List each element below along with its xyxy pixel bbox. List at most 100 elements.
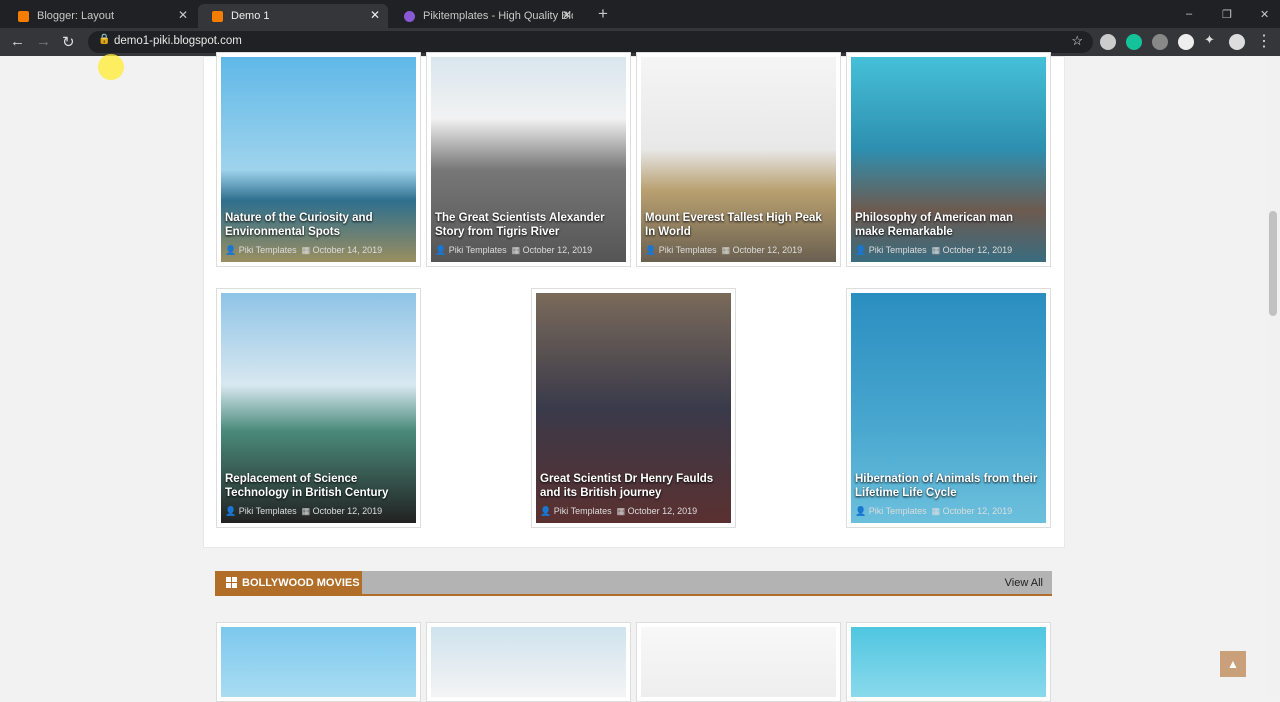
tab-blogger-layout[interactable]: Blogger: Layout ✕ [4,4,196,28]
post-author[interactable]: Piki Templates [449,245,507,255]
post-date: October 14, 2019 [312,245,383,255]
post-date: October 12, 2019 [942,506,1013,516]
user-icon: 👤 [540,506,552,516]
user-icon: 👤 [855,245,867,255]
scrollbar[interactable] [1266,56,1280,696]
tab-demo-1[interactable]: Demo 1 ✕ [198,4,388,28]
post-author[interactable]: Piki Templates [239,245,297,255]
view-all-link[interactable]: View All [1005,577,1043,589]
extensions-puzzle-icon[interactable]: ✦ [1204,32,1220,48]
post-meta: 👤 Piki Templates ▦ October 12, 2019 [225,506,412,517]
post-card[interactable]: Mount Everest Tallest High Peak In World… [636,52,841,267]
scrollbar-thumb[interactable] [1269,211,1277,316]
post-author[interactable]: Piki Templates [239,506,297,516]
pikitemplates-icon [404,10,415,22]
minimize-button[interactable]: – [1172,2,1192,26]
user-icon: 👤 [645,245,657,255]
close-icon[interactable]: ✕ [370,8,380,22]
url-input[interactable]: 🔒 demo1-piki.blogspot.com ☆ [88,31,1093,53]
post-image[interactable]: Hibernation of Animals from their Lifeti… [851,293,1046,523]
post-author[interactable]: Piki Templates [659,245,717,255]
post-title[interactable]: Replacement of Science Technology in Bri… [225,473,412,500]
post-card[interactable] [846,622,1051,702]
post-caption: Replacement of Science Technology in Bri… [225,473,412,517]
post-date: October 12, 2019 [732,245,803,255]
section-header-bollywood: BOLLYWOOD MOVIES View All [215,571,1052,596]
post-caption: Philosophy of American man make Remarkab… [855,212,1042,256]
post-date: October 12, 2019 [522,245,593,255]
calendar-icon: ▦ [931,506,941,516]
post-card[interactable]: The Great Scientists Alexander Story fro… [426,52,631,267]
post-meta: 👤 Piki Templates ▦ October 14, 2019 [225,245,412,256]
post-card[interactable]: Hibernation of Animals from their Lifeti… [846,288,1051,528]
user-icon: 👤 [225,506,237,516]
post-title[interactable]: Philosophy of American man make Remarkab… [855,212,1042,239]
forward-icon[interactable]: → [36,33,51,50]
post-card[interactable]: Nature of the Curiosity and Environmenta… [216,52,421,267]
extension-icon[interactable] [1100,34,1116,50]
post-title[interactable]: Hibernation of Animals from their Lifeti… [855,473,1042,500]
post-title[interactable]: Mount Everest Tallest High Peak In World [645,212,832,239]
post-date: October 12, 2019 [942,245,1013,255]
post-image[interactable] [851,627,1046,697]
tab-pikitemplates[interactable]: Pikitemplates - High Quality Blog ✕ [390,4,580,28]
calendar-icon: ▦ [616,506,626,516]
post-title[interactable]: The Great Scientists Alexander Story fro… [435,212,622,239]
post-card[interactable] [216,622,421,702]
post-card[interactable]: Replacement of Science Technology in Bri… [216,288,421,528]
post-caption: Nature of the Curiosity and Environmenta… [225,212,412,256]
blogger-icon [212,10,223,22]
new-tab-button[interactable]: + [584,2,608,26]
post-image[interactable]: Philosophy of American man make Remarkab… [851,57,1046,262]
user-icon: 👤 [435,245,447,255]
post-image[interactable] [641,627,836,697]
blogger-icon [18,10,29,22]
grid-icon [226,577,237,588]
post-title[interactable]: Great Scientist Dr Henry Faulds and its … [540,473,727,500]
post-image[interactable]: Mount Everest Tallest High Peak In World… [641,57,836,262]
post-author[interactable]: Piki Templates [554,506,612,516]
post-image[interactable] [431,627,626,697]
post-image[interactable]: Nature of the Curiosity and Environmenta… [221,57,416,262]
post-author[interactable]: Piki Templates [869,506,927,516]
window-close-button[interactable]: ✕ [1246,2,1269,26]
back-to-top-button[interactable]: ▲ [1220,651,1246,677]
calendar-icon: ▦ [301,245,311,255]
post-image[interactable]: The Great Scientists Alexander Story fro… [431,57,626,262]
post-image[interactable]: Great Scientist Dr Henry Faulds and its … [536,293,731,523]
post-card[interactable] [426,622,631,702]
grammarly-icon[interactable] [1126,34,1142,50]
reload-icon[interactable]: ↻ [62,33,75,51]
post-card[interactable]: Philosophy of American man make Remarkab… [846,52,1051,267]
post-author[interactable]: Piki Templates [869,245,927,255]
back-icon[interactable]: ← [10,33,25,50]
profile-avatar[interactable] [1229,34,1245,50]
post-caption: Mount Everest Tallest High Peak In World… [645,212,832,256]
post-image[interactable]: Replacement of Science Technology in Bri… [221,293,416,523]
user-icon: 👤 [225,245,237,255]
post-image[interactable] [221,627,416,697]
menu-icon[interactable]: ⋮ [1256,31,1272,50]
post-title[interactable]: Nature of the Curiosity and Environmenta… [225,212,412,239]
camera-icon[interactable] [1152,34,1168,50]
post-caption: Hibernation of Animals from their Lifeti… [855,473,1042,517]
close-icon[interactable]: ✕ [562,8,572,22]
section-title: BOLLYWOOD MOVIES [215,571,362,596]
post-meta: 👤 Piki Templates ▦ October 12, 2019 [645,245,832,256]
post-caption: Great Scientist Dr Henry Faulds and its … [540,473,727,517]
bookmark-star-icon[interactable]: ☆ [1071,33,1083,49]
lock-icon: 🔒 [98,34,111,45]
m-extension-icon[interactable] [1178,34,1194,50]
user-icon: 👤 [855,506,867,516]
calendar-icon: ▦ [721,245,731,255]
restore-button[interactable]: ❐ [1208,2,1232,26]
post-caption: The Great Scientists Alexander Story fro… [435,212,622,256]
post-meta: 👤 Piki Templates ▦ October 12, 2019 [855,245,1042,256]
post-card[interactable] [636,622,841,702]
close-icon[interactable]: ✕ [178,8,188,22]
post-card[interactable]: Great Scientist Dr Henry Faulds and its … [531,288,736,528]
post-date: October 12, 2019 [627,506,698,516]
post-meta: 👤 Piki Templates ▦ October 12, 2019 [435,245,622,256]
post-meta: 👤 Piki Templates ▦ October 12, 2019 [855,506,1042,517]
post-meta: 👤 Piki Templates ▦ October 12, 2019 [540,506,727,517]
